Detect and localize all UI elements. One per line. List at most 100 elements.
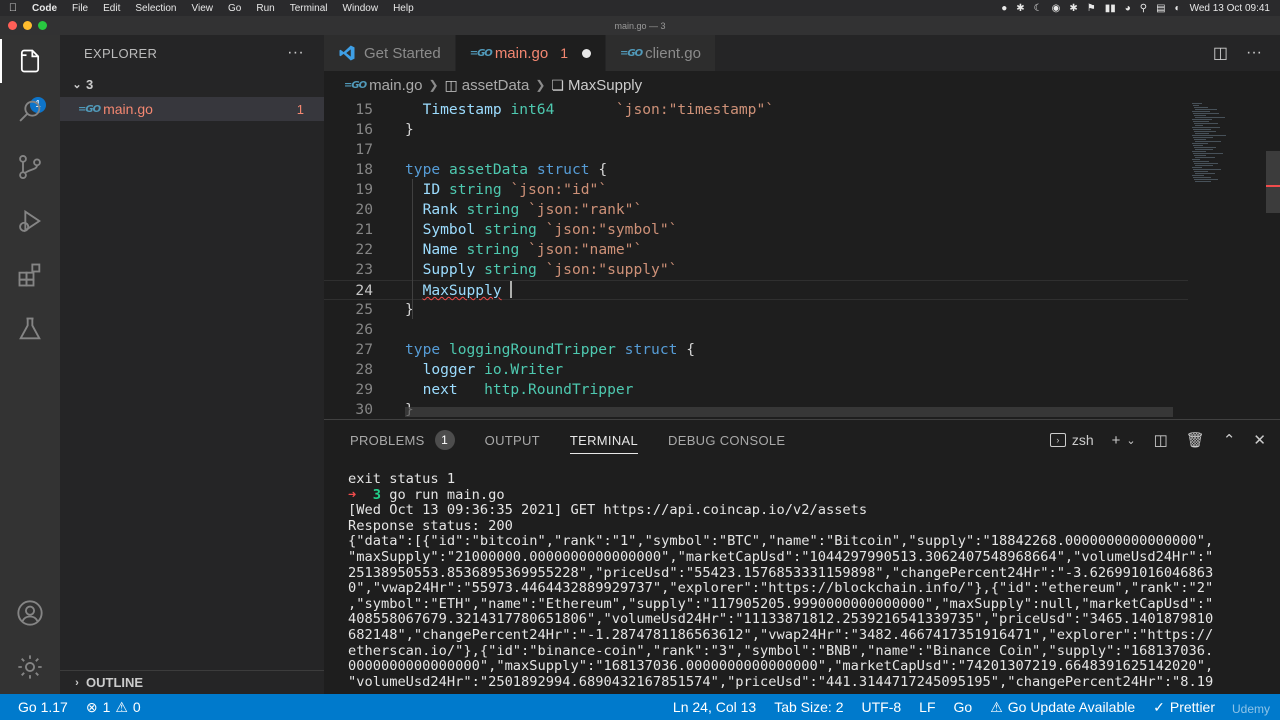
breadcrumb-file[interactable]: main.go [369,77,422,94]
editor-vertical-scrollbar[interactable] [1266,151,1280,213]
menu-file[interactable]: File [66,3,97,14]
apple-menu-icon[interactable]:  [0,2,26,14]
breadcrumb-struct[interactable]: assetData [462,77,530,94]
split-editor-icon[interactable]: ◫ [1213,43,1228,63]
panel-tab-debug-console[interactable]: DEBUG CONSOLE [668,420,785,460]
testing-flask-icon[interactable] [14,313,46,345]
battery-icon[interactable]: ▮▮ [1105,3,1116,14]
file-item-main-go[interactable]: =GO main.go 1 [60,97,324,121]
explorer-icon[interactable] [14,45,46,77]
menu-selection[interactable]: Selection [129,3,185,14]
status-tab-size[interactable]: Tab Size: 2 [765,699,852,715]
code-line[interactable]: 19 ID string `json:"id"` [324,180,1188,200]
control-center-icon[interactable]: ▤ [1156,3,1165,14]
line-number: 15 [355,101,373,118]
run-debug-icon[interactable] [14,205,46,237]
code-token: `json:"name"` [528,241,643,258]
menu-go[interactable]: Go [222,3,250,14]
trash-icon[interactable]: 🗑 [1186,431,1205,449]
chevron-right-icon: › [75,676,79,689]
tab-get-started[interactable]: Get Started [324,35,456,71]
siri-icon[interactable]: ◐ [1175,3,1181,14]
flag-icon[interactable]: ⚑ [1087,3,1096,14]
code-line[interactable]: 17 [324,140,1188,160]
minimap-line [1195,165,1213,166]
prompt-command: go run main.go [380,486,505,503]
wifi-icon[interactable]: ◕ [1125,3,1131,14]
code-line[interactable]: 29 next http.RoundTripper [324,380,1188,400]
code-line[interactable]: 21 Symbol string `json:"symbol"` [324,220,1188,240]
code-token: string [448,181,511,198]
warning-icon: ⚠ [115,698,128,715]
bluetooth-icon[interactable]: ✱ [1069,3,1077,14]
code-line[interactable]: 23 Supply string `json:"supply"` [324,260,1188,280]
creative-cloud-icon[interactable]: ● [1001,3,1007,14]
menu-edit[interactable]: Edit [97,3,129,14]
menu-datetime[interactable]: Wed 13 Oct 09:41 [1190,3,1270,14]
code-line[interactable]: 18 type assetData struct { [324,160,1188,180]
code-line[interactable]: 15 Timestamp int64 `json:"timestamp"` [324,100,1188,120]
code-editor[interactable]: 15 Timestamp int64 `json:"timestamp"` 16}… [324,99,1280,419]
more-actions-icon[interactable]: ··· [287,44,304,62]
extensions-icon[interactable] [14,259,46,291]
code-line[interactable]: 25} [324,300,1188,320]
new-terminal-icon[interactable]: + [1112,432,1121,449]
code-line[interactable]: 20 Rank string `json:"rank"` [324,200,1188,220]
more-actions-icon[interactable]: ··· [1246,44,1262,62]
spotlight-search-icon[interactable]: ⚲ [1140,3,1147,14]
status-prettier[interactable]: ✓ Prettier [1144,699,1224,716]
status-problems[interactable]: ⊗ 1 ⚠ 0 [77,699,150,716]
source-control-icon[interactable] [14,151,46,183]
menu-terminal[interactable]: Terminal [284,3,337,14]
manage-gear-icon[interactable] [14,651,46,683]
minimap[interactable] [1188,99,1264,419]
code-line[interactable]: 16} [324,120,1188,140]
moon-icon[interactable]: ☾ [1034,3,1043,14]
breadcrumb-field[interactable]: MaxSupply [568,77,642,94]
outline-section[interactable]: › OUTLINE [60,670,324,694]
status-language[interactable]: Go [945,699,982,715]
status-go-version[interactable]: Go 1.17 [0,699,77,715]
chevron-down-icon[interactable]: ⌄ [1126,434,1135,447]
status-warning-count: 0 [132,699,141,715]
editor-horizontal-scrollbar[interactable] [405,407,1173,417]
code-text: type loggingRoundTripper struct { [405,340,695,360]
settings-gear-tray-icon[interactable]: ✱ [1016,3,1024,14]
status-eol[interactable]: LF [910,699,944,715]
menu-help[interactable]: Help [387,3,423,14]
close-panel-icon[interactable]: ✕ [1253,431,1266,449]
code-token: `json:"supply"` [545,261,678,278]
code-line[interactable]: 22 Name string `json:"name"` [324,240,1188,260]
screen-record-icon[interactable]: ◉ [1052,3,1061,14]
code-text: Timestamp int64 `json:"timestamp"` [405,100,774,120]
code-line[interactable]: 27 type loggingRoundTripper struct { [324,340,1188,360]
code-line[interactable]: 26 [324,320,1188,340]
status-encoding[interactable]: UTF-8 [852,699,910,715]
minimap-line [1192,127,1220,128]
tab-main-go[interactable]: =GO main.go 1 [455,35,606,71]
search-icon[interactable] [14,95,46,127]
workspace-folder[interactable]: ⌄ 3 [60,71,324,97]
menu-view[interactable]: View [186,3,223,14]
panel-tab-output[interactable]: OUTPUT [485,420,540,460]
minimap-line [1193,161,1209,162]
status-go-update[interactable]: ⚠ Go Update Available [981,699,1144,716]
tab-client-go[interactable]: =GO client.go [605,35,716,71]
menu-run[interactable]: Run [250,3,283,14]
split-terminal-icon[interactable]: ◫ [1154,431,1168,449]
vscode-logo-icon [339,45,355,61]
code-line[interactable]: 28 logger io.Writer [324,360,1188,380]
menu-app-name[interactable]: Code [26,3,66,14]
minimap-line [1192,151,1206,152]
panel-tab-problems[interactable]: PROBLEMS 1 [350,420,455,460]
code-text: MaxSupply [405,281,513,301]
panel-tab-terminal[interactable]: TERMINAL [569,420,639,460]
status-cursor-position[interactable]: Ln 24, Col 13 [664,699,765,715]
terminal-output[interactable]: exit status 1 ➜ 3 go run main.go [Wed Oct … [348,472,1252,694]
accounts-icon[interactable] [14,597,46,629]
terminal-shell-selector[interactable]: › zsh [1049,432,1094,448]
maximize-panel-icon[interactable]: ⌃ [1223,431,1236,449]
code-line[interactable]: 24 MaxSupply [324,280,1188,300]
unsaved-dot-icon[interactable] [581,48,591,58]
menu-window[interactable]: Window [337,3,388,14]
